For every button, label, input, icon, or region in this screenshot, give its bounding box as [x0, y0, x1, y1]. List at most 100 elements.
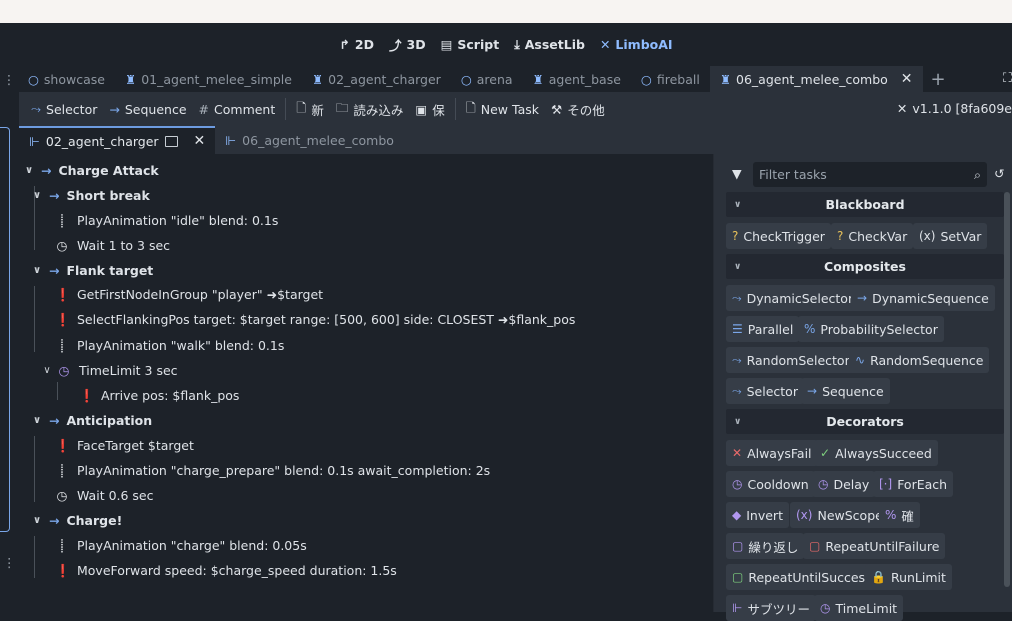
add-sequence-button[interactable]: → Sequence — [103, 96, 192, 122]
tree-row-select-flanking-pos[interactable]: ❗ SelectFlankingPos target: $target rang… — [55, 307, 575, 332]
circle-icon: ○ — [28, 71, 39, 87]
new-task-button[interactable]: 🗋 New Task — [460, 96, 545, 122]
close-icon[interactable]: ✕ — [194, 133, 206, 149]
close-icon[interactable]: ✕ — [901, 71, 913, 87]
tree-row-anticipation[interactable]: ∨ → Anticipation — [31, 408, 152, 433]
editor-toolbar: ⤳ Selector → Sequence # Comment 🗋 新 🗀 読み込み ▣ 保… — [19, 92, 1012, 126]
agent-icon: ♜ — [311, 71, 324, 87]
refresh-icon[interactable]: ↺ — [994, 166, 1004, 181]
sequence-icon: → — [109, 101, 120, 117]
task-run-limit[interactable]: 🔒 RunLimit — [865, 564, 952, 590]
scene-tab-arena[interactable]: ○ arena — [451, 66, 523, 92]
scene-tab-02-agent-charger[interactable]: ♜ 02_agent_charger — [302, 66, 451, 92]
section-blackboard[interactable]: ∨ Blackboard — [726, 192, 1004, 217]
task-random-sequence[interactable]: ∿ RandomSequence — [849, 347, 990, 373]
pin-icon[interactable] — [164, 135, 178, 147]
filter-icon[interactable]: ▼ — [732, 166, 742, 181]
task-invert[interactable]: ◆ Invert — [726, 502, 789, 528]
task-dynamic-selector[interactable]: ⤳ DynamicSelector — [726, 285, 860, 311]
task-repeat[interactable]: ▢ 繰り返し — [726, 533, 805, 559]
load-button[interactable]: 🗀 読み込み — [330, 96, 410, 122]
chevron-down-icon[interactable]: ∨ — [31, 415, 43, 426]
task-always-fail[interactable]: ✕ AlwaysFail — [726, 440, 818, 466]
tree-row-time-limit[interactable]: ∨ ◷ TimeLimit 3 sec — [41, 358, 177, 383]
task-random-selector[interactable]: ⤳ RandomSelector — [726, 347, 856, 373]
dock-handle-icon[interactable]: ⋮ — [0, 66, 18, 92]
scene-tab-01-agent-melee-simple[interactable]: ♜ 01_agent_melee_simple — [115, 66, 302, 92]
tree-row-get-first-node[interactable]: ❗ GetFirstNodeInGroup "player" ➜$target — [55, 282, 323, 307]
scene-tab-fireball[interactable]: ○ fireball — [631, 66, 710, 92]
for-each-icon: [·] — [879, 477, 893, 491]
assetlib-button[interactable]: ⤓ AssetLib — [514, 37, 585, 53]
2d-button[interactable]: ↱ 2D — [339, 37, 374, 52]
task-tree[interactable]: ∨ → Charge Attack ∨ → Short break ⸽ Play… — [19, 154, 714, 612]
task-for-each[interactable]: [·] ForEach — [873, 471, 954, 497]
tree-row-arrive[interactable]: ❗ Arrive pos: $flank_pos — [79, 383, 239, 408]
task-check-trigger[interactable]: ? CheckTrigger — [726, 223, 831, 249]
task-probability[interactable]: % 確 — [879, 502, 920, 528]
task-selector[interactable]: ⤳ Selector — [726, 378, 804, 404]
add-tab-icon[interactable]: + — [931, 69, 946, 90]
tree-row-charge-attack[interactable]: ∨ → Charge Attack — [23, 158, 159, 183]
scene-tab-agent-base[interactable]: ♜ agent_base — [523, 66, 631, 92]
tree-row-wait-short[interactable]: ◷ Wait 0.6 sec — [55, 483, 154, 508]
tree-row-wait[interactable]: ◷ Wait 1 to 3 sec — [55, 233, 171, 258]
task-time-limit[interactable]: ◷ TimeLimit — [814, 595, 904, 621]
task-set-var[interactable]: (x) SetVar — [913, 223, 988, 249]
tree-row-charge[interactable]: ∨ → Charge! — [31, 508, 122, 533]
tree-tab-06-agent-melee-combo[interactable]: ⊩ 06_agent_melee_combo — [215, 126, 404, 154]
comment-icon: # — [198, 101, 210, 117]
timer-icon: ◷ — [58, 363, 70, 378]
section-composites[interactable]: ∨ Composites — [726, 254, 1004, 279]
limboai-button[interactable]: ✕ LimboAI — [600, 37, 673, 52]
palette-scrollbar[interactable] — [1004, 192, 1010, 587]
task-repeat-until-failure[interactable]: ▢ RepeatUntilFailure — [803, 533, 946, 559]
toolbar-divider — [454, 98, 456, 120]
fullscreen-icon[interactable]: ⛶ — [1003, 71, 1012, 86]
tree-row-play-animation-charge[interactable]: ⸽ PlayAnimation "charge" blend: 0.05s — [55, 533, 306, 558]
scene-tab-showcase[interactable]: ○ showcase — [18, 66, 115, 92]
section-decorators[interactable]: ∨ Decorators — [726, 409, 1004, 434]
task-sequence[interactable]: → Sequence — [801, 378, 890, 404]
filter-tasks-input[interactable]: Filter tasks ⌕ — [753, 162, 987, 187]
task-dynamic-sequence[interactable]: → DynamicSequence — [851, 285, 995, 311]
task-cooldown[interactable]: ◷ Cooldown — [726, 471, 815, 497]
add-selector-button[interactable]: ⤳ Selector — [25, 96, 103, 122]
chevron-down-icon[interactable]: ∨ — [23, 165, 35, 176]
task-subtree[interactable]: ⊩ サブツリー — [726, 595, 816, 621]
tree-row-play-animation-idle[interactable]: ⸽ PlayAnimation "idle" blend: 0.1s — [55, 208, 278, 233]
new-button[interactable]: 🗋 新 — [290, 96, 330, 122]
circle-icon: ○ — [640, 71, 652, 87]
task-new-scope[interactable]: (x) NewScope — [790, 502, 889, 528]
dock-handle-icon[interactable]: ⋮ — [3, 555, 16, 570]
tree-row-short-break[interactable]: ∨ → Short break — [31, 183, 150, 208]
tree-row-face-target[interactable]: ❗ FaceTarget $target — [55, 433, 194, 458]
chevron-down-icon[interactable]: ∨ — [31, 265, 43, 276]
tree-row-move-forward[interactable]: ❗ MoveForward speed: $charge_speed durat… — [55, 558, 397, 583]
script-button[interactable]: ▤ Script — [441, 37, 500, 52]
tree-row-flank-target[interactable]: ∨ → Flank target — [31, 258, 153, 283]
chevron-down-icon[interactable]: ∨ — [31, 515, 43, 526]
save-button[interactable]: ▣ 保 — [409, 96, 450, 122]
add-comment-button[interactable]: # Comment — [193, 96, 282, 122]
tree-row-play-animation-charge-prepare[interactable]: ⸽ PlayAnimation "charge_prepare" blend: … — [55, 458, 490, 483]
task-delay[interactable]: ◷ Delay — [812, 471, 876, 497]
chevron-down-icon[interactable]: ∨ — [41, 365, 53, 376]
tree-tab-02-agent-charger[interactable]: ⊩ 02_agent_charger ✕ — [19, 126, 216, 154]
task-check-var[interactable]: ? CheckVar — [831, 223, 914, 249]
chevron-down-icon[interactable]: ∨ — [31, 190, 43, 201]
task-repeat-until-success[interactable]: ▢ RepeatUntilSuccess — [726, 564, 878, 590]
scene-tab-06-agent-melee-combo[interactable]: ♜ 06_agent_melee_combo ✕ — [709, 66, 923, 92]
tree-row-play-animation-walk[interactable]: ⸽ PlayAnimation "walk" blend: 0.1s — [55, 333, 284, 358]
3d-button[interactable]: ⤴ 3D — [389, 35, 426, 54]
misc-menu-button[interactable]: ⚒ その他 — [545, 96, 611, 122]
version-label[interactable]: ✕ v1.1.0 [8fa609e — [897, 101, 1012, 116]
repeat-until-failure-icon: ▢ — [809, 539, 821, 553]
sequence-icon: → — [49, 513, 60, 528]
task-probability-selector[interactable]: % ProbabilitySelector — [798, 316, 944, 342]
probability-selector-icon: % — [804, 322, 816, 336]
repeat-until-success-icon: ▢ — [732, 570, 744, 584]
task-parallel[interactable]: ☰ Parallel — [726, 316, 800, 342]
action-icon: ❗ — [55, 562, 71, 578]
task-always-succeed[interactable]: ✓ AlwaysSucceed — [814, 440, 938, 466]
